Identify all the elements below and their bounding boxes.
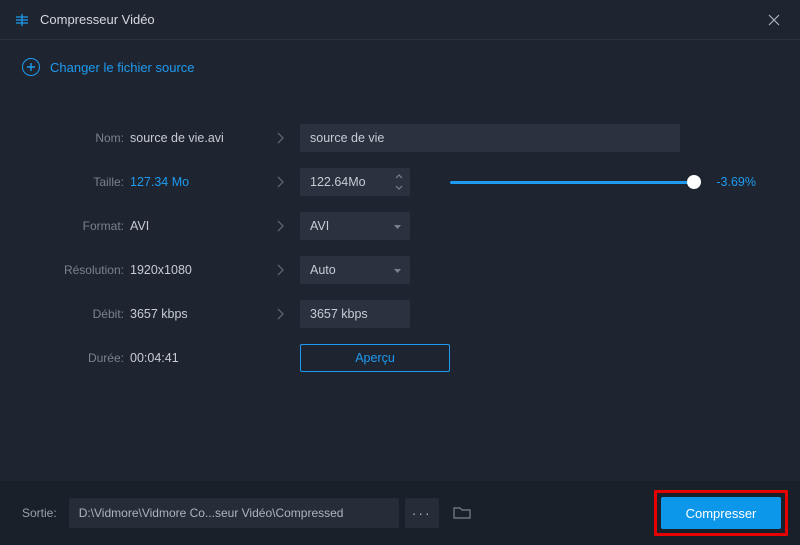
chevron-right-icon — [260, 308, 300, 320]
slider-thumb[interactable] — [687, 175, 701, 189]
row-resolution: Résolution: 1920x1080 Auto — [30, 248, 770, 292]
format-select[interactable]: AVI — [300, 212, 410, 240]
nom-label: Nom: — [30, 131, 130, 145]
app-icon — [14, 12, 30, 28]
chevron-right-icon — [260, 220, 300, 232]
stepper-up[interactable] — [392, 172, 406, 182]
compress-highlight: Compresser — [654, 490, 788, 536]
compress-button[interactable]: Compresser — [661, 497, 781, 529]
format-value: AVI — [130, 219, 260, 233]
output-label: Sortie: — [22, 506, 57, 520]
taille-value: 127.34 Mo — [130, 175, 260, 189]
close-button[interactable] — [762, 8, 786, 32]
row-taille: Taille: 127.34 Mo 122.64Mo -3.69% — [30, 160, 770, 204]
debit-value: 3657 kbps — [130, 307, 260, 321]
row-nom: Nom: source de vie.avi — [30, 116, 770, 160]
taille-label: Taille: — [30, 175, 130, 189]
open-folder-button[interactable] — [445, 498, 479, 528]
chevron-down-icon — [393, 263, 402, 277]
settings-form: Nom: source de vie.avi Taille: 127.34 Mo… — [0, 86, 800, 380]
size-slider-wrap: -3.69% — [410, 175, 770, 189]
stepper-arrows — [392, 172, 406, 193]
stepper-down[interactable] — [392, 183, 406, 193]
titlebar: Compresseur Vidéo — [0, 0, 800, 40]
size-slider[interactable] — [450, 181, 694, 184]
plus-icon — [22, 58, 40, 76]
format-select-value: AVI — [310, 219, 393, 233]
size-percent: -3.69% — [708, 175, 756, 189]
chevron-down-icon — [393, 219, 402, 233]
resolution-select-value: Auto — [310, 263, 393, 277]
resolution-label: Résolution: — [30, 263, 130, 277]
preview-button[interactable]: Aperçu — [300, 344, 450, 372]
window-title: Compresseur Vidéo — [40, 12, 762, 27]
output-path: D:\Vidmore\Vidmore Co...seur Vidéo\Compr… — [69, 498, 399, 528]
app-window: Compresseur Vidéo Changer le fichier sou… — [0, 0, 800, 545]
taille-spinner[interactable]: 122.64Mo — [300, 168, 410, 196]
row-format: Format: AVI AVI — [30, 204, 770, 248]
chevron-right-icon — [260, 264, 300, 276]
browse-button[interactable]: ··· — [405, 498, 439, 528]
row-duree: Durée: 00:04:41 Aperçu — [30, 336, 770, 380]
resolution-value: 1920x1080 — [130, 263, 260, 277]
debit-input[interactable] — [300, 300, 410, 328]
debit-label: Débit: — [30, 307, 130, 321]
change-source-label: Changer le fichier source — [50, 60, 195, 75]
format-label: Format: — [30, 219, 130, 233]
chevron-right-icon — [260, 132, 300, 144]
resolution-select[interactable]: Auto — [300, 256, 410, 284]
duree-value: 00:04:41 — [130, 351, 260, 365]
nom-value: source de vie.avi — [130, 131, 260, 145]
row-debit: Débit: 3657 kbps — [30, 292, 770, 336]
change-source-button[interactable]: Changer le fichier source — [0, 40, 800, 86]
duree-label: Durée: — [30, 351, 130, 365]
footer: Sortie: D:\Vidmore\Vidmore Co...seur Vid… — [0, 481, 800, 545]
taille-spinner-value: 122.64Mo — [310, 175, 392, 189]
chevron-right-icon — [260, 176, 300, 188]
nom-input[interactable] — [300, 124, 680, 152]
